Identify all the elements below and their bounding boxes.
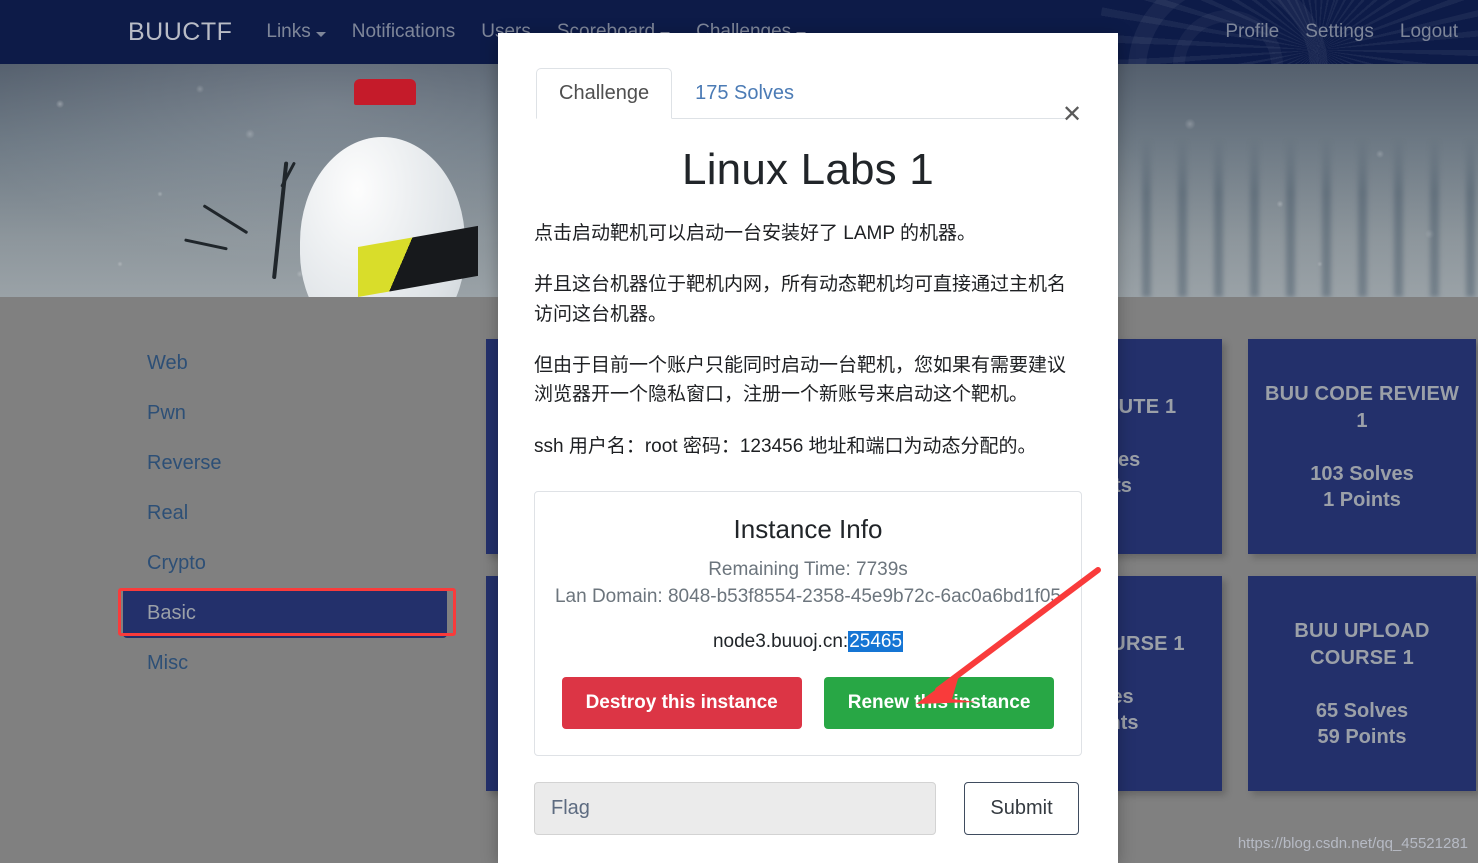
challenge-card-stats: 65 Solves 59 Points (1316, 698, 1408, 750)
destroy-instance-button[interactable]: Destroy this instance (561, 677, 802, 730)
nav-item-profile[interactable]: Profile (1225, 21, 1279, 43)
instance-action-buttons: Destroy this instance Renew this instanc… (553, 677, 1063, 730)
instance-endpoint[interactable]: node3.buuoj.cn:25465 (553, 631, 1063, 653)
brand-logo[interactable]: BUUCTF (128, 18, 232, 47)
banner-branch (184, 149, 316, 280)
close-icon[interactable]: ✕ (1061, 103, 1083, 127)
sidebar-item-reverse[interactable]: Reverse (123, 438, 447, 488)
sidebar-item-misc[interactable]: Misc (123, 638, 447, 688)
challenge-description-paragraph: 点击启动靶机可以启动一台安装好了 LAMP 的机器。 (534, 222, 976, 244)
challenge-description-paragraph: ssh 用户名：root 密码：123456 地址和端口为动态分配的。 (534, 435, 1037, 457)
chevron-down-icon (315, 31, 326, 37)
nav-item-links-label: Links (266, 21, 311, 42)
challenge-card-solves: 103 Solves (1310, 462, 1414, 485)
challenge-modal: ✕ Challenge 175 Solves Linux Labs 1 点击启动… (498, 33, 1118, 863)
nav-item-logout[interactable]: Logout (1400, 21, 1458, 43)
challenge-card-points: 59 Points (1317, 725, 1407, 748)
instance-info-heading: Instance Info (733, 514, 883, 545)
nav-item-links[interactable]: Links (266, 21, 326, 43)
renew-instance-button[interactable]: Renew this instance (823, 677, 1055, 730)
snowman-hat (354, 79, 416, 105)
sidebar-item-basic[interactable]: Basic (123, 588, 447, 638)
challenge-card-stats: 103 Solves 1 Points (1310, 461, 1413, 513)
flag-input[interactable] (534, 782, 936, 836)
page-root: BUUCTF Links Notifications Users Scorebo… (0, 0, 1478, 863)
challenge-description-paragraph: 但由于目前一个账户只能同时启动一台靶机，您如果有需要建议浏览器开一个隐私窗口，注… (534, 354, 1067, 406)
sidebar-item-real[interactable]: Real (123, 488, 447, 538)
nav-item-notifications[interactable]: Notifications (352, 21, 456, 43)
submit-flag-button[interactable]: Submit (964, 782, 1079, 836)
instance-lan-domain: Lan Domain: 8048-b53f8554-2358-45e9b72c-… (554, 586, 1061, 608)
tab-challenge[interactable]: Challenge (536, 68, 673, 119)
modal-header: ✕ Challenge 175 Solves (498, 33, 1118, 127)
challenge-card-title: BUU CODE REVIEW 1 (1264, 382, 1460, 432)
challenge-description-paragraph: 并且这台机器位于靶机内网，所有动态靶机均可直接通过主机名访问这台机器。 (534, 274, 1067, 325)
instance-remaining-time: Remaining Time: 7739s (708, 559, 908, 581)
category-sidebar: Web Pwn Reverse Real Crypto Basic Misc (123, 338, 447, 688)
tab-solves[interactable]: 175 Solves (672, 68, 817, 119)
challenge-card-buu-code-review-1[interactable]: BUU CODE REVIEW 1 103 Solves 1 Points (1248, 339, 1476, 554)
instance-endpoint-host: node3.buuoj.cn: (712, 631, 849, 653)
flag-submission-row: Submit (534, 782, 1082, 836)
challenge-card-title: BUU UPLOAD COURSE 1 (1294, 619, 1430, 669)
challenge-card-points: 1 Points (1323, 488, 1401, 511)
sidebar-item-crypto[interactable]: Crypto (123, 538, 447, 588)
banner-fence (1106, 137, 1478, 297)
challenge-card-solves: 65 Solves (1315, 699, 1409, 722)
sidebar-item-web[interactable]: Web (123, 338, 447, 388)
instance-info-panel: Instance Info Remaining Time: 7739s Lan … (534, 491, 1082, 757)
watermark-text: https://blog.csdn.net/qq_45521281 (1237, 835, 1468, 852)
modal-tabs: Challenge 175 Solves (536, 68, 1068, 119)
challenge-card-buu-upload-course-1[interactable]: BUU UPLOAD COURSE 1 65 Solves 59 Points (1248, 576, 1476, 791)
sidebar-item-pwn[interactable]: Pwn (123, 388, 447, 438)
modal-body: Linux Labs 1 点击启动靶机可以启动一台安装好了 LAMP 的机器。 … (498, 143, 1118, 836)
navbar-right-group: Profile Settings Logout (1199, 21, 1458, 43)
nav-item-settings[interactable]: Settings (1305, 21, 1374, 43)
challenge-title: Linux Labs 1 (682, 145, 934, 194)
instance-endpoint-port-selected: 25465 (848, 631, 904, 653)
